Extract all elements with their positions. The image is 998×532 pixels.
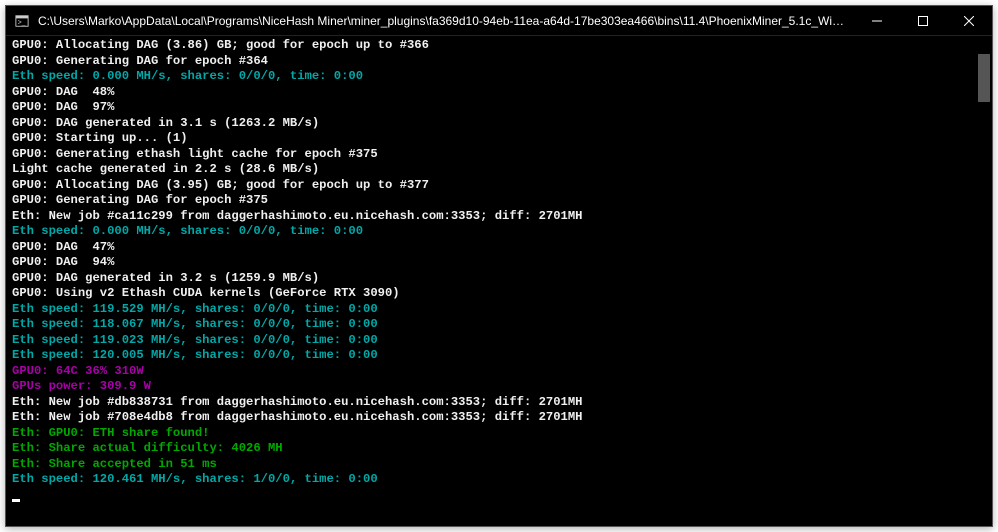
console-line: GPU0: DAG 47% (12, 240, 986, 256)
console-line: GPU0: DAG 94% (12, 255, 986, 271)
window-title: C:\Users\Marko\AppData\Local\Programs\Ni… (38, 14, 854, 28)
console-line: GPUs power: 309.9 W (12, 379, 986, 395)
console-line: GPU0: DAG generated in 3.1 s (1263.2 MB/… (12, 116, 986, 132)
scrollbar-thumb[interactable] (978, 54, 990, 102)
console-line: Eth speed: 118.067 MH/s, shares: 0/0/0, … (12, 317, 986, 333)
app-icon: >_ (14, 13, 30, 29)
console-line: Eth: GPU0: ETH share found! (12, 426, 986, 442)
console-line: GPU0: Using v2 Ethash CUDA kernels (GeFo… (12, 286, 986, 302)
console-line: Eth: Share accepted in 51 ms (12, 457, 986, 473)
console-line: Eth: New job #db838731 from daggerhashim… (12, 395, 986, 411)
console-line: GPU0: Starting up... (1) (12, 131, 986, 147)
console-line: GPU0: DAG 48% (12, 85, 986, 101)
titlebar[interactable]: >_ C:\Users\Marko\AppData\Local\Programs… (6, 6, 992, 36)
console-line: Eth: New job #708e4db8 from daggerhashim… (12, 410, 986, 426)
close-icon (964, 16, 974, 26)
console-line: Eth speed: 0.000 MH/s, shares: 0/0/0, ti… (12, 69, 986, 85)
console-line: GPU0: Allocating DAG (3.95) GB; good for… (12, 178, 986, 194)
console-line: GPU0: DAG generated in 3.2 s (1259.9 MB/… (12, 271, 986, 287)
console-line: GPU0: DAG 97% (12, 100, 986, 116)
vertical-scrollbar[interactable] (976, 36, 992, 526)
cursor-line (12, 488, 986, 504)
minimize-button[interactable] (854, 6, 900, 35)
console-line: Light cache generated in 2.2 s (28.6 MB/… (12, 162, 986, 178)
console-line: GPU0: Generating DAG for epoch #364 (12, 54, 986, 70)
console-line: Eth speed: 119.529 MH/s, shares: 0/0/0, … (12, 302, 986, 318)
maximize-button[interactable] (900, 6, 946, 35)
svg-text:>_: >_ (18, 19, 26, 26)
maximize-icon (918, 16, 928, 26)
console-line: Eth speed: 120.005 MH/s, shares: 0/0/0, … (12, 348, 986, 364)
console-line: Eth speed: 120.461 MH/s, shares: 1/0/0, … (12, 472, 986, 488)
text-cursor (12, 499, 20, 502)
console-line: Eth: Share actual difficulty: 4026 MH (12, 441, 986, 457)
console-line: GPU0: Generating DAG for epoch #375 (12, 193, 986, 209)
console-line: Eth speed: 119.023 MH/s, shares: 0/0/0, … (12, 333, 986, 349)
console-line: GPU0: 64C 36% 310W (12, 364, 986, 380)
console-output: GPU0: Allocating DAG (3.86) GB; good for… (6, 36, 992, 505)
console-line: Eth: New job #ca11c299 from daggerhashim… (12, 209, 986, 225)
console-line: GPU0: Generating ethash light cache for … (12, 147, 986, 163)
console-body: GPU0: Allocating DAG (3.86) GB; good for… (6, 36, 992, 526)
console-line: GPU0: Allocating DAG (3.86) GB; good for… (12, 38, 986, 54)
console-line: Eth speed: 0.000 MH/s, shares: 0/0/0, ti… (12, 224, 986, 240)
console-window: >_ C:\Users\Marko\AppData\Local\Programs… (5, 5, 993, 527)
minimize-icon (872, 16, 882, 26)
close-button[interactable] (946, 6, 992, 35)
window-controls (854, 6, 992, 35)
